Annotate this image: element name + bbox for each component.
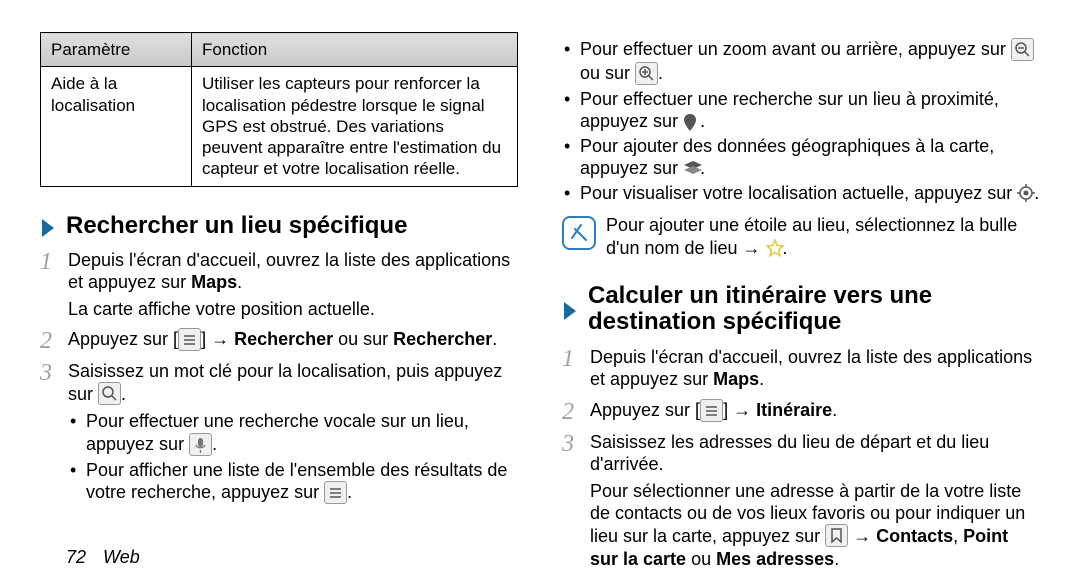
layers-icon xyxy=(683,160,700,177)
heading-itinerary: Calculer un itinéraire vers une destinat… xyxy=(562,283,1040,336)
step1-sub: La carte affiche votre position actuelle… xyxy=(68,298,518,321)
note-icon xyxy=(562,216,596,256)
zoom-in-icon xyxy=(635,62,658,85)
step2-text-a: Appuyez sur [ xyxy=(68,329,178,349)
heading-text: Rechercher un lieu spécifique xyxy=(66,213,407,239)
step-2r: Appuyez sur [] → Itinéraire. xyxy=(562,399,1040,423)
table-header-param: Paramètre xyxy=(41,33,192,67)
microphone-icon xyxy=(189,433,212,456)
page-number: 72 xyxy=(66,546,86,569)
left-column: Paramètre Fonction Aide à la localisatio… xyxy=(40,32,540,566)
page-footer: 72 Web xyxy=(66,546,140,569)
step-3r: Saisissez les adresses du lieu de départ… xyxy=(562,431,1040,571)
step3-bullets: Pour effectuer une recherche vocale sur … xyxy=(68,410,518,505)
step-1r: Depuis l'écran d'accueil, ouvrez la list… xyxy=(562,346,1040,391)
step1-text: Depuis l'écran d'accueil, ouvrez la list… xyxy=(68,250,510,293)
step3-text: Saisissez un mot clé pour la localisatio… xyxy=(68,361,502,404)
note-star: Pour ajouter une étoile au lieu, sélecti… xyxy=(562,214,1040,259)
cell-param: Aide à la localisation xyxy=(41,67,192,186)
zoom-out-icon xyxy=(1011,38,1034,61)
steps-list-right: Depuis l'écran d'accueil, ouvrez la list… xyxy=(562,346,1040,579)
list-icon xyxy=(324,481,347,504)
menu-icon xyxy=(700,399,723,422)
step1-bold: Maps xyxy=(191,272,237,292)
table-row: Aide à la localisation Utiliser les capt… xyxy=(41,67,518,186)
bullet-voice-search: Pour effectuer une recherche vocale sur … xyxy=(68,410,518,456)
my-location-icon xyxy=(1017,184,1034,201)
chevron-right-icon xyxy=(562,300,580,322)
places-pin-icon xyxy=(683,113,700,130)
bullet-mylocation: Pour visualiser votre localisation actue… xyxy=(562,182,1040,205)
steps-list-left: Depuis l'écran d'accueil, ouvrez la list… xyxy=(40,249,518,505)
step-3: Saisissez un mot clé pour la localisatio… xyxy=(40,360,518,505)
heading-text: Calculer un itinéraire vers une destinat… xyxy=(588,283,1040,336)
page-root: Paramètre Fonction Aide à la localisatio… xyxy=(0,0,1080,586)
chevron-right-icon xyxy=(40,217,58,239)
search-icon xyxy=(98,382,121,405)
footer-section: Web xyxy=(103,547,140,567)
bullet-zoom: Pour effectuer un zoom avant ou arrière,… xyxy=(562,38,1040,86)
table-header-fonction: Fonction xyxy=(192,33,518,67)
bullet-layers: Pour ajouter des données géographiques à… xyxy=(562,135,1040,180)
bullet-results-list: Pour afficher une liste de l'ensemble de… xyxy=(68,459,518,505)
parameter-table: Paramètre Fonction Aide à la localisatio… xyxy=(40,32,518,187)
bullet-nearby: Pour effectuer une recherche sur un lieu… xyxy=(562,88,1040,133)
right-column: Pour effectuer un zoom avant ou arrière,… xyxy=(540,32,1040,566)
step3r-sub: Pour sélectionner une adresse à partir d… xyxy=(590,480,1040,571)
star-outline-icon xyxy=(766,239,783,256)
note-text: Pour ajouter une étoile au lieu, sélecti… xyxy=(606,214,1040,259)
menu-icon xyxy=(178,328,201,351)
right-bullets: Pour effectuer un zoom avant ou arrière,… xyxy=(562,36,1040,206)
heading-search-location: Rechercher un lieu spécifique xyxy=(40,213,518,239)
step-1: Depuis l'écran d'accueil, ouvrez la list… xyxy=(40,249,518,321)
cell-fonction: Utiliser les capteurs pour renforcer la … xyxy=(192,67,518,186)
step-2: Appuyez sur [] → Rechercher ou sur Reche… xyxy=(40,328,518,352)
bookmark-icon xyxy=(825,524,848,547)
